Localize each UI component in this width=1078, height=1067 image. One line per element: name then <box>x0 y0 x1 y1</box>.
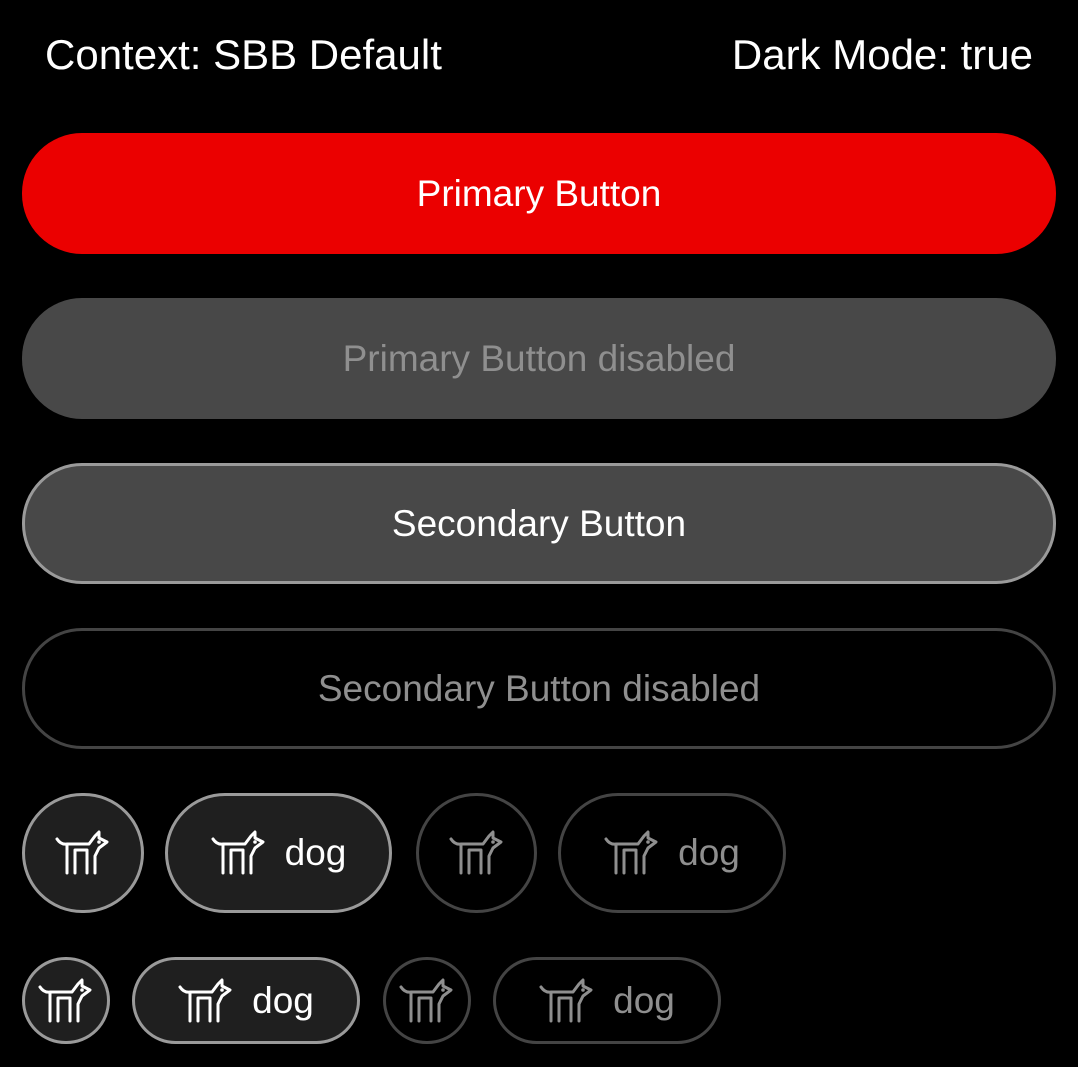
primary-button-label: Primary Button <box>416 172 662 214</box>
secondary-button-disabled: Secondary Button disabled <box>22 628 1056 749</box>
dog-label-button-large-disabled: dog <box>558 793 786 913</box>
dog-icon <box>539 977 595 1025</box>
dog-icon <box>55 829 111 877</box>
dog-icon <box>211 829 267 877</box>
dog-label-button-large[interactable]: dog <box>165 793 392 913</box>
dog-icon <box>399 977 455 1025</box>
dog-icon-button-large-disabled <box>416 793 537 913</box>
dog-icon <box>449 829 505 877</box>
dark-mode-label: Dark Mode: true <box>731 31 1033 78</box>
dog-label-button-small-disabled: dog <box>493 957 721 1044</box>
dog-label: dog <box>678 832 740 873</box>
dog-label-button-small[interactable]: dog <box>132 957 360 1044</box>
secondary-button-label: Secondary Button <box>391 502 687 544</box>
dog-icon-button-small-disabled <box>383 957 471 1044</box>
primary-button-disabled: Primary Button disabled <box>22 298 1056 419</box>
dog-label: dog <box>252 979 314 1021</box>
dog-icon <box>604 829 660 877</box>
primary-button[interactable]: Primary Button <box>22 133 1056 254</box>
primary-button-disabled-label: Primary Button disabled <box>342 337 736 379</box>
dog-icon <box>178 977 234 1025</box>
dog-label: dog <box>284 832 347 873</box>
dog-label: dog <box>613 979 675 1021</box>
dog-icon-button-small[interactable] <box>22 957 110 1044</box>
dog-icon <box>38 977 94 1025</box>
dog-icon-button-large[interactable] <box>22 793 144 913</box>
context-label: Context: SBB Default <box>45 31 442 78</box>
secondary-button-disabled-label: Secondary Button disabled <box>317 667 761 709</box>
secondary-button[interactable]: Secondary Button <box>22 463 1056 584</box>
